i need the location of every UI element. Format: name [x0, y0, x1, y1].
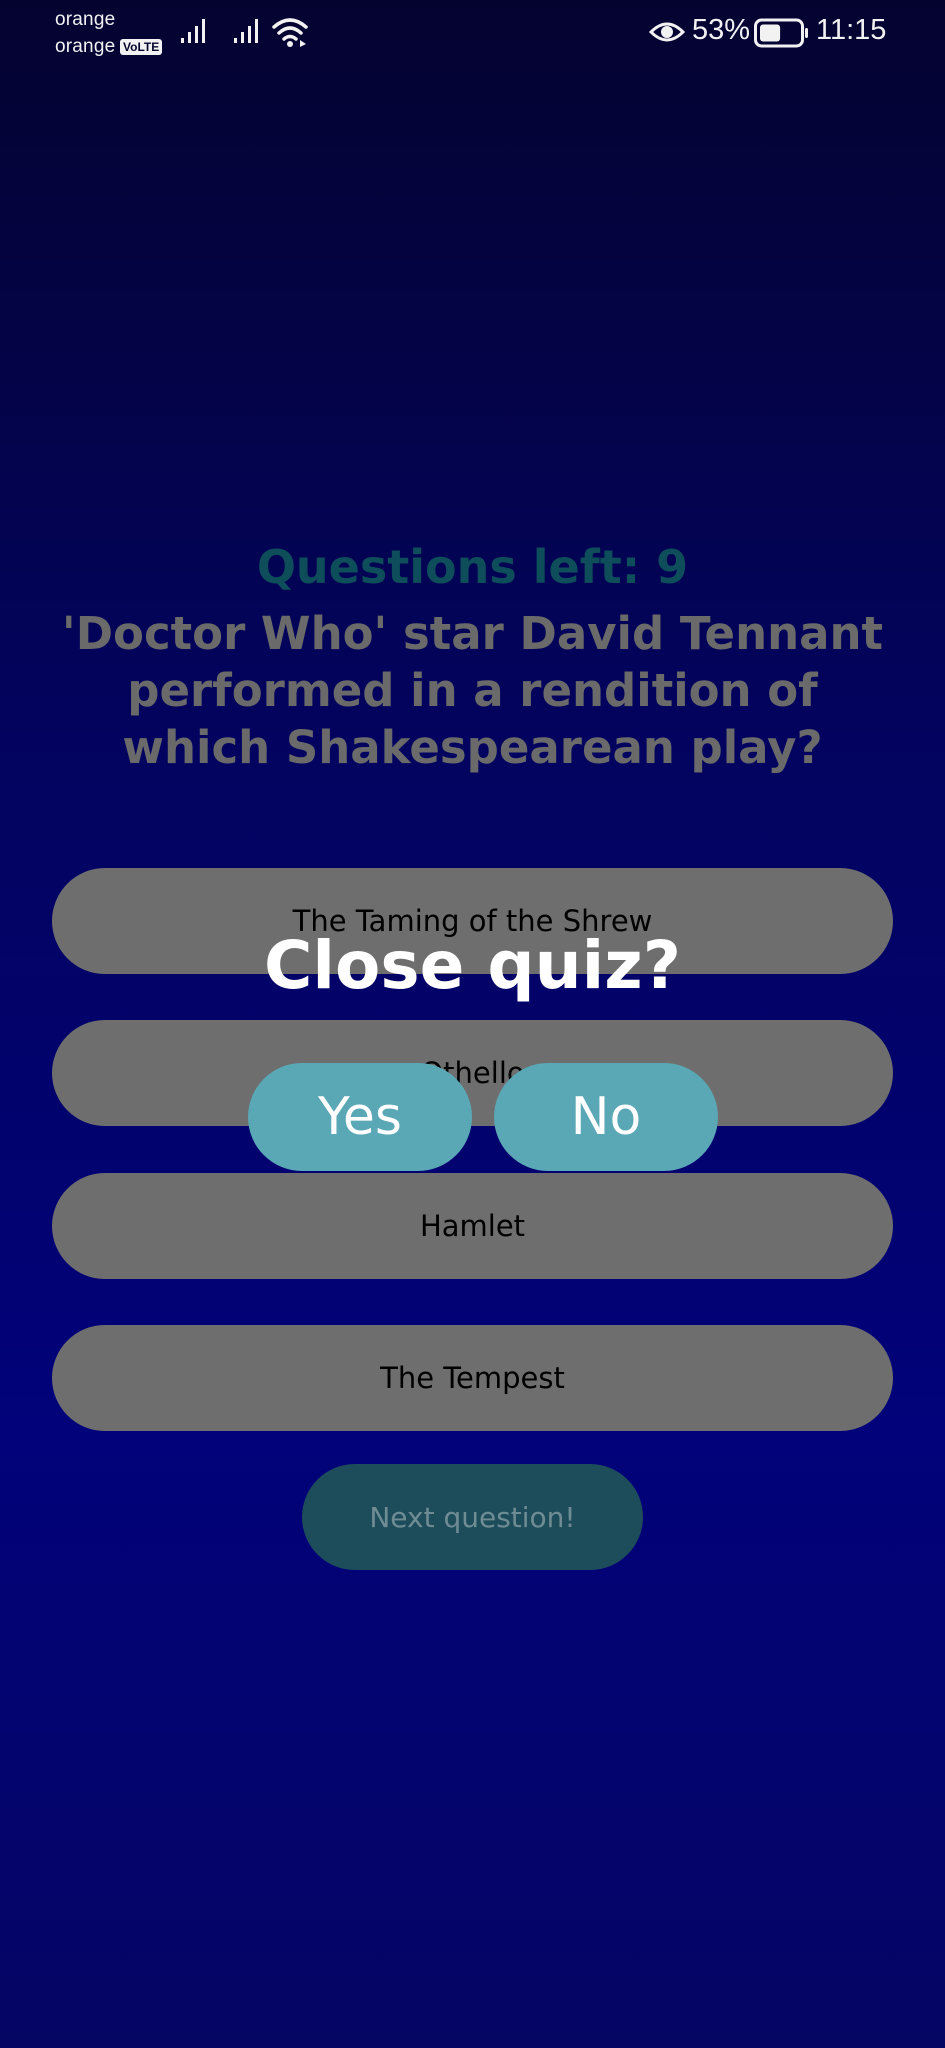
- signal-strength-icon: [234, 19, 258, 43]
- answer-option-4[interactable]: The Tempest: [52, 1325, 893, 1431]
- signal-strength-icon: [181, 19, 205, 43]
- answer-option-3[interactable]: Hamlet: [52, 1173, 893, 1279]
- answer-option-2[interactable]: Othello: [52, 1020, 893, 1126]
- status-bar: orange orange VoLTE 53% 11:15: [0, 0, 945, 66]
- close-quiz-dialog-title: Close quiz?: [264, 927, 681, 1004]
- answer-option-label: Hamlet: [419, 1209, 526, 1243]
- eye-comfort-icon: [649, 22, 685, 42]
- volte-badge: VoLTE: [120, 39, 163, 55]
- no-button[interactable]: No: [494, 1063, 718, 1171]
- yes-button[interactable]: Yes: [248, 1063, 472, 1171]
- battery-percentage: 53%: [692, 14, 751, 46]
- next-question-label: Next question!: [369, 1500, 576, 1534]
- next-question-button[interactable]: Next question!: [302, 1464, 643, 1570]
- no-button-label: No: [570, 1087, 642, 1147]
- answer-option-label: The Tempest: [380, 1361, 565, 1395]
- wifi-icon: [272, 18, 308, 47]
- question-text: 'Doctor Who' star David Tennant performe…: [61, 607, 884, 774]
- questions-left-counter: Questions left: 9: [256, 540, 689, 594]
- battery-icon: [754, 18, 808, 48]
- clock: 11:15: [816, 14, 887, 46]
- carrier-name-primary: orange: [55, 9, 116, 30]
- yes-button-label: Yes: [318, 1087, 402, 1147]
- carrier-name-secondary: orange: [55, 36, 116, 57]
